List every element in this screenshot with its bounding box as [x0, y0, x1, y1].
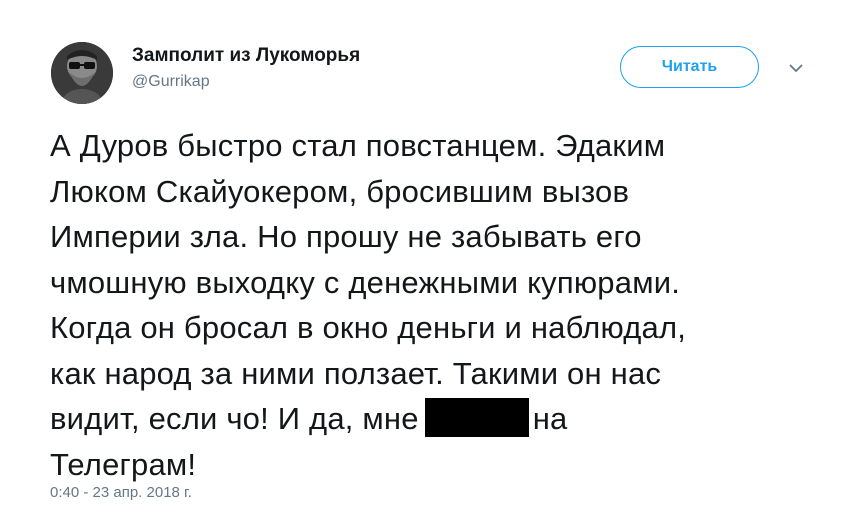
avatar[interactable] [51, 42, 113, 104]
follow-button[interactable]: Читать [620, 46, 759, 88]
tweet-text: А Дуров быстро стал повстанцем. Эдаким Л… [50, 123, 840, 487]
redaction-box [424, 398, 529, 437]
tweet-text-line: Империи зла. Но прошу не забывать его [50, 219, 642, 254]
author-display-name[interactable]: Замполит из Лукоморья [132, 45, 360, 67]
tweet-text-line: чмошную выходку с денежными купюрами. [50, 264, 681, 300]
author-handle[interactable]: @Gurrikap [132, 73, 210, 91]
tweet-timestamp[interactable]: 0:40 - 23 апр. 2018 г. [50, 484, 192, 501]
tweet-text-segment: видит, если чо! И да, мне [50, 401, 419, 436]
tweet-text-line-redacted: видит, если чо! И да, мне на [50, 396, 840, 442]
tweet-text-line: Телеграм! [50, 446, 197, 482]
tweet-text-segment: на [532, 401, 568, 436]
tweet-card: Замполит из Лукоморья @Gurrikap Читать А… [0, 0, 856, 518]
tweet-text-line: Когда он бросал в окно деньги и наблюдал… [50, 310, 687, 345]
tweet-text-line: А Дуров быстро стал повстанцем. Эдаким [50, 128, 666, 163]
tweet-text-line: как народ за ними ползает. Такими он нас [50, 355, 662, 391]
avatar-image [51, 42, 113, 104]
chevron-down-icon[interactable] [784, 58, 808, 78]
tweet-text-line: Люком Скайуокером, бросившим вызов [50, 173, 630, 209]
